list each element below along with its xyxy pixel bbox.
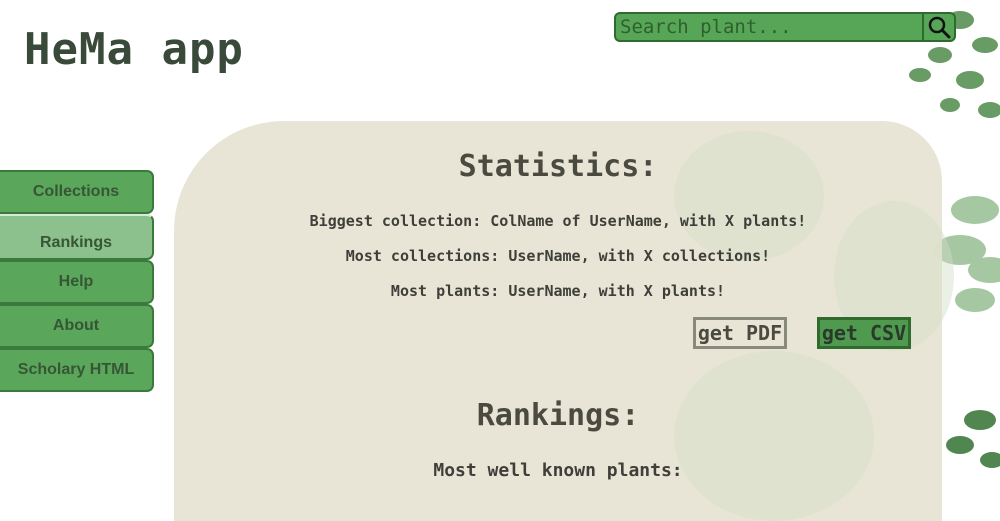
sidebar-item-label: Help bbox=[58, 273, 94, 290]
stat-biggest-collection: Biggest collection: ColName of UserName,… bbox=[309, 212, 807, 230]
search-input[interactable] bbox=[614, 12, 922, 42]
sidebar-item-rankings[interactable]: Rankings bbox=[0, 214, 154, 260]
search-icon bbox=[928, 16, 951, 39]
content-panel: Statistics: Biggest collection: ColName … bbox=[174, 121, 954, 521]
get-pdf-button[interactable]: get PDF bbox=[693, 317, 787, 349]
sidebar-item-about[interactable]: About bbox=[0, 304, 154, 348]
rankings-heading: Rankings: bbox=[476, 398, 640, 433]
sidebar-item-help[interactable]: Help bbox=[0, 260, 154, 304]
sidebar-item-label: About bbox=[52, 317, 100, 334]
sidebar-item-label: Rankings bbox=[39, 234, 112, 251]
stat-most-collections: Most collections: UserName, with X colle… bbox=[345, 247, 771, 265]
get-csv-button[interactable]: get CSV bbox=[817, 317, 911, 349]
stat-most-plants: Most plants: UserName, with X plants! bbox=[390, 282, 726, 300]
sidebar-item-scholary-html[interactable]: Scholary HTML bbox=[0, 348, 154, 392]
rankings-subtitle: Most well known plants: bbox=[433, 460, 683, 481]
app-title: HeMa app bbox=[24, 24, 244, 75]
sidebar-nav: Collections Rankings Help About Scholary… bbox=[0, 170, 154, 392]
search-bar bbox=[614, 12, 956, 42]
sidebar-item-label: Scholary HTML bbox=[17, 361, 135, 378]
statistics-heading: Statistics: bbox=[458, 149, 658, 184]
succulent-watermark bbox=[674, 351, 874, 521]
search-button[interactable] bbox=[922, 12, 956, 42]
sidebar-item-collections[interactable]: Collections bbox=[0, 170, 154, 214]
sidebar-item-label: Collections bbox=[32, 183, 120, 200]
